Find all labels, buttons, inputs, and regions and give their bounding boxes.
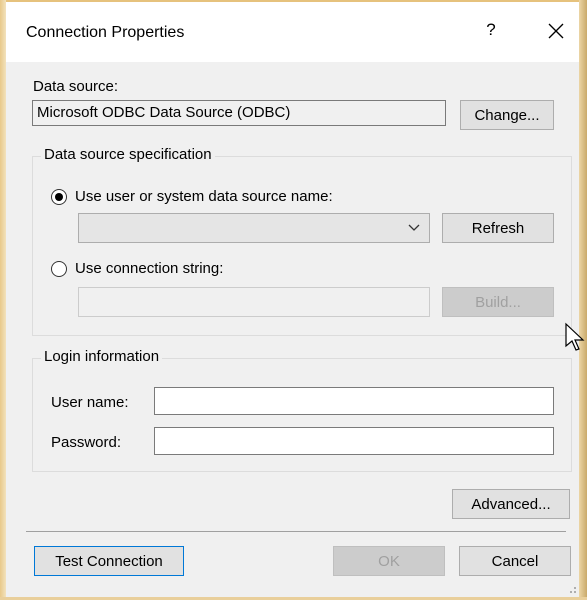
cancel-button[interactable]: Cancel — [459, 546, 571, 576]
resize-grip-icon[interactable] — [567, 584, 577, 594]
change-button[interactable]: Change... — [460, 100, 554, 130]
dsn-dropdown[interactable] — [78, 213, 430, 243]
advanced-button[interactable]: Advanced... — [452, 489, 570, 519]
titlebar: Connection Properties ? — [6, 2, 579, 62]
chevron-down-icon — [408, 224, 420, 231]
data-source-label: Data source: — [33, 78, 119, 95]
radio-use-connection-string-label[interactable]: Use connection string: — [75, 260, 223, 277]
close-icon — [548, 23, 564, 39]
radio-use-dsn[interactable] — [51, 189, 67, 205]
window-title: Connection Properties — [26, 24, 185, 41]
user-name-input[interactable] — [154, 387, 554, 415]
password-input[interactable] — [154, 427, 554, 455]
user-name-label: User name: — [51, 394, 129, 411]
footer-separator — [26, 531, 566, 532]
connection-string-input — [78, 287, 430, 317]
radio-use-connection-string[interactable] — [51, 261, 67, 277]
password-label: Password: — [51, 434, 122, 451]
radio-selected-dot — [55, 193, 63, 201]
window-border-right — [579, 0, 587, 600]
connection-properties-window: Connection Properties ? Data source: Mic… — [0, 0, 587, 600]
help-button[interactable]: ? — [481, 20, 501, 44]
refresh-button[interactable]: Refresh — [442, 213, 554, 243]
mouse-cursor-icon — [565, 322, 585, 351]
test-connection-button[interactable]: Test Connection — [34, 546, 184, 576]
ok-button: OK — [333, 546, 445, 576]
data-source-field: Microsoft ODBC Data Source (ODBC) — [32, 100, 446, 126]
data-source-spec-group-label: Data source specification — [41, 146, 215, 163]
radio-use-dsn-label[interactable]: Use user or system data source name: — [75, 188, 333, 205]
close-button[interactable] — [544, 18, 568, 44]
build-button: Build... — [442, 287, 554, 317]
dialog-body: Data source: Microsoft ODBC Data Source … — [6, 62, 579, 597]
login-info-group-label: Login information — [41, 348, 163, 365]
